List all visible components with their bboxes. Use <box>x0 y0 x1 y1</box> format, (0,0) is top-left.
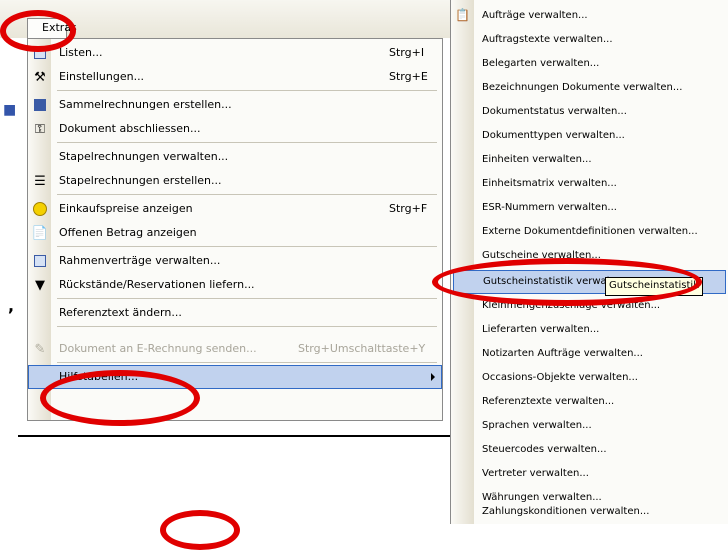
submenu-arrow-icon <box>431 373 435 381</box>
submenu-item-label: Aufträge verwalten... <box>482 10 588 21</box>
menu-item-e-rechnung: ✎ Dokument an E-Rechnung senden... Strg+… <box>28 337 442 361</box>
submenu-item-label: Sprachen verwalten... <box>482 420 592 431</box>
menu-separator <box>57 90 437 91</box>
funnel-icon: ▼ <box>35 277 45 293</box>
menu-item-dokument-abschliessen[interactable]: ⚿ Dokument abschliessen... <box>28 117 442 141</box>
submenu-item-label: Dokumentstatus verwalten... <box>482 106 627 117</box>
menu-item-einkaufspreise[interactable]: Einkaufspreise anzeigen Strg+F <box>28 197 442 221</box>
menu-separator <box>57 298 437 299</box>
submenu-item-label: Vertreter verwalten... <box>482 468 589 479</box>
submenu-item[interactable]: Notizarten Aufträge verwalten... <box>451 342 728 366</box>
submenu-item[interactable]: Vertreter verwalten... <box>451 462 728 486</box>
pen-document-icon: ✎ <box>34 341 46 357</box>
submenu-item[interactable]: Dokumentstatus verwalten... <box>451 100 728 124</box>
menu-item-shortcut: Strg+Umschalttaste+Y <box>298 342 426 355</box>
submenu-item-label: Einheitsmatrix verwalten... <box>482 178 617 189</box>
submenu-item[interactable]: Referenztexte verwalten... <box>451 390 728 414</box>
menu-item-referenztext[interactable]: Referenztext ändern... <box>28 301 442 325</box>
edge-comma: , <box>8 296 15 315</box>
background-divider <box>18 435 450 437</box>
submenu-item[interactable]: Dokumenttypen verwalten... <box>451 124 728 148</box>
menu-item-label: Einstellungen... <box>59 70 145 83</box>
submenu-item[interactable]: Sprachen verwalten... <box>451 414 728 438</box>
table-icon <box>32 97 48 113</box>
tools-icon: ⚒ <box>34 69 46 85</box>
submenu-item[interactable]: Occasions-Objekte verwalten... <box>451 366 728 390</box>
menu-item-label: Listen... <box>59 46 103 59</box>
submenu-item-label: Lieferarten verwalten... <box>482 324 600 335</box>
submenu-item[interactable]: Einheiten verwalten... <box>451 148 728 172</box>
orders-icon: 📋 <box>455 8 470 22</box>
submenu-item[interactable]: ESR-Nummern verwalten... <box>451 196 728 220</box>
menu-item-rueckstaende[interactable]: ▼ Rückstände/Reservationen liefern... <box>28 273 442 297</box>
menu-separator <box>57 142 437 143</box>
menu-item-label: Sammelrechnungen erstellen... <box>59 98 232 111</box>
submenu-item[interactable]: Zahlungskonditionen verwalten... <box>451 500 728 524</box>
calendar-icon <box>32 253 48 269</box>
submenu-item-label: Notizarten Aufträge verwalten... <box>482 348 643 359</box>
menu-item-label: Dokument an E-Rechnung senden... <box>59 342 257 355</box>
annotation-ring-bottom <box>160 510 240 550</box>
submenu-item-label: Referenztexte verwalten... <box>482 396 615 407</box>
submenu-item[interactable]: Lieferarten verwalten... <box>451 318 728 342</box>
menu-item-einstellungen[interactable]: ⚒ Einstellungen... Strg+E <box>28 65 442 89</box>
menu-item-label: Stapelrechnungen verwalten... <box>59 150 229 163</box>
submenu-item-label: Occasions-Objekte verwalten... <box>482 372 638 383</box>
submenu-item-label: Dokumenttypen verwalten... <box>482 130 625 141</box>
menu-separator <box>57 362 437 363</box>
menu-item-rahmenvertraege[interactable]: Rahmenverträge verwalten... <box>28 249 442 273</box>
submenu-item-label: Belegarten verwalten... <box>482 58 600 69</box>
menu-item-stapelrechnungen-verwalten[interactable]: Stapelrechnungen verwalten... <box>28 145 442 169</box>
annotation-ring-hilfstabellen <box>40 370 200 426</box>
menu-item-label: Stapelrechnungen erstellen... <box>59 174 222 187</box>
menu-item-label: Rückstände/Reservationen liefern... <box>59 278 255 291</box>
extras-menu: Listen... Strg+I ⚒ Einstellungen... Strg… <box>27 38 443 421</box>
submenu-item-label: Einheiten verwalten... <box>482 154 592 165</box>
menu-item-listen[interactable]: Listen... Strg+I <box>28 41 442 65</box>
edge-glyph-icon: ■ <box>3 102 17 118</box>
submenu-item-label: Steuercodes verwalten... <box>482 444 607 455</box>
menu-item-label: Rahmenverträge verwalten... <box>59 254 221 267</box>
submenu-item[interactable]: Auftragstexte verwalten... <box>451 28 728 52</box>
annotation-ring-extras <box>0 10 76 52</box>
menu-item-label: Referenztext ändern... <box>59 306 182 319</box>
menu-item-label: Dokument abschliessen... <box>59 122 201 135</box>
menu-item-shortcut: Strg+E <box>389 70 428 83</box>
key-icon: ⚿ <box>35 121 45 137</box>
menu-item-label: Offenen Betrag anzeigen <box>59 226 197 239</box>
menu-item-shortcut: Strg+I <box>389 46 425 59</box>
submenu-item[interactable]: Belegarten verwalten... <box>451 52 728 76</box>
submenu-item-label: Externe Dokumentdefinitionen verwalten..… <box>482 226 698 237</box>
background-window-edge: ■ , <box>0 38 18 418</box>
annotation-ring-gutscheinstatistik <box>432 258 702 306</box>
menu-separator <box>57 326 437 327</box>
submenu-item[interactable]: 📋 Aufträge verwalten... <box>451 4 728 28</box>
submenu-item-label: Zahlungskonditionen verwalten... <box>482 506 650 517</box>
smiley-icon <box>32 201 48 217</box>
submenu-item-label: ESR-Nummern verwalten... <box>482 202 617 213</box>
menu-separator <box>57 194 437 195</box>
submenu-item[interactable]: Steuercodes verwalten... <box>451 438 728 462</box>
submenu-item-label: Auftragstexte verwalten... <box>482 34 613 45</box>
menu-item-stapelrechnungen-erstellen[interactable]: ☰ Stapelrechnungen erstellen... <box>28 169 442 193</box>
stack-icon: ☰ <box>34 173 46 189</box>
document-coin-icon: 📄 <box>31 225 49 241</box>
submenu-item[interactable]: Einheitsmatrix verwalten... <box>451 172 728 196</box>
menu-item-shortcut: Strg+F <box>389 202 428 215</box>
menu-item-sammelrechnungen[interactable]: Sammelrechnungen erstellen... <box>28 93 442 117</box>
menu-separator <box>57 246 437 247</box>
submenu-item-label: Bezeichnungen Dokumente verwalten... <box>482 82 683 93</box>
submenu-item[interactable]: Bezeichnungen Dokumente verwalten... <box>451 76 728 100</box>
menu-item-offenen-betrag[interactable]: 📄 Offenen Betrag anzeigen <box>28 221 442 245</box>
submenu-item[interactable]: Externe Dokumentdefinitionen verwalten..… <box>451 220 728 244</box>
menu-item-label: Einkaufspreise anzeigen <box>59 202 193 215</box>
